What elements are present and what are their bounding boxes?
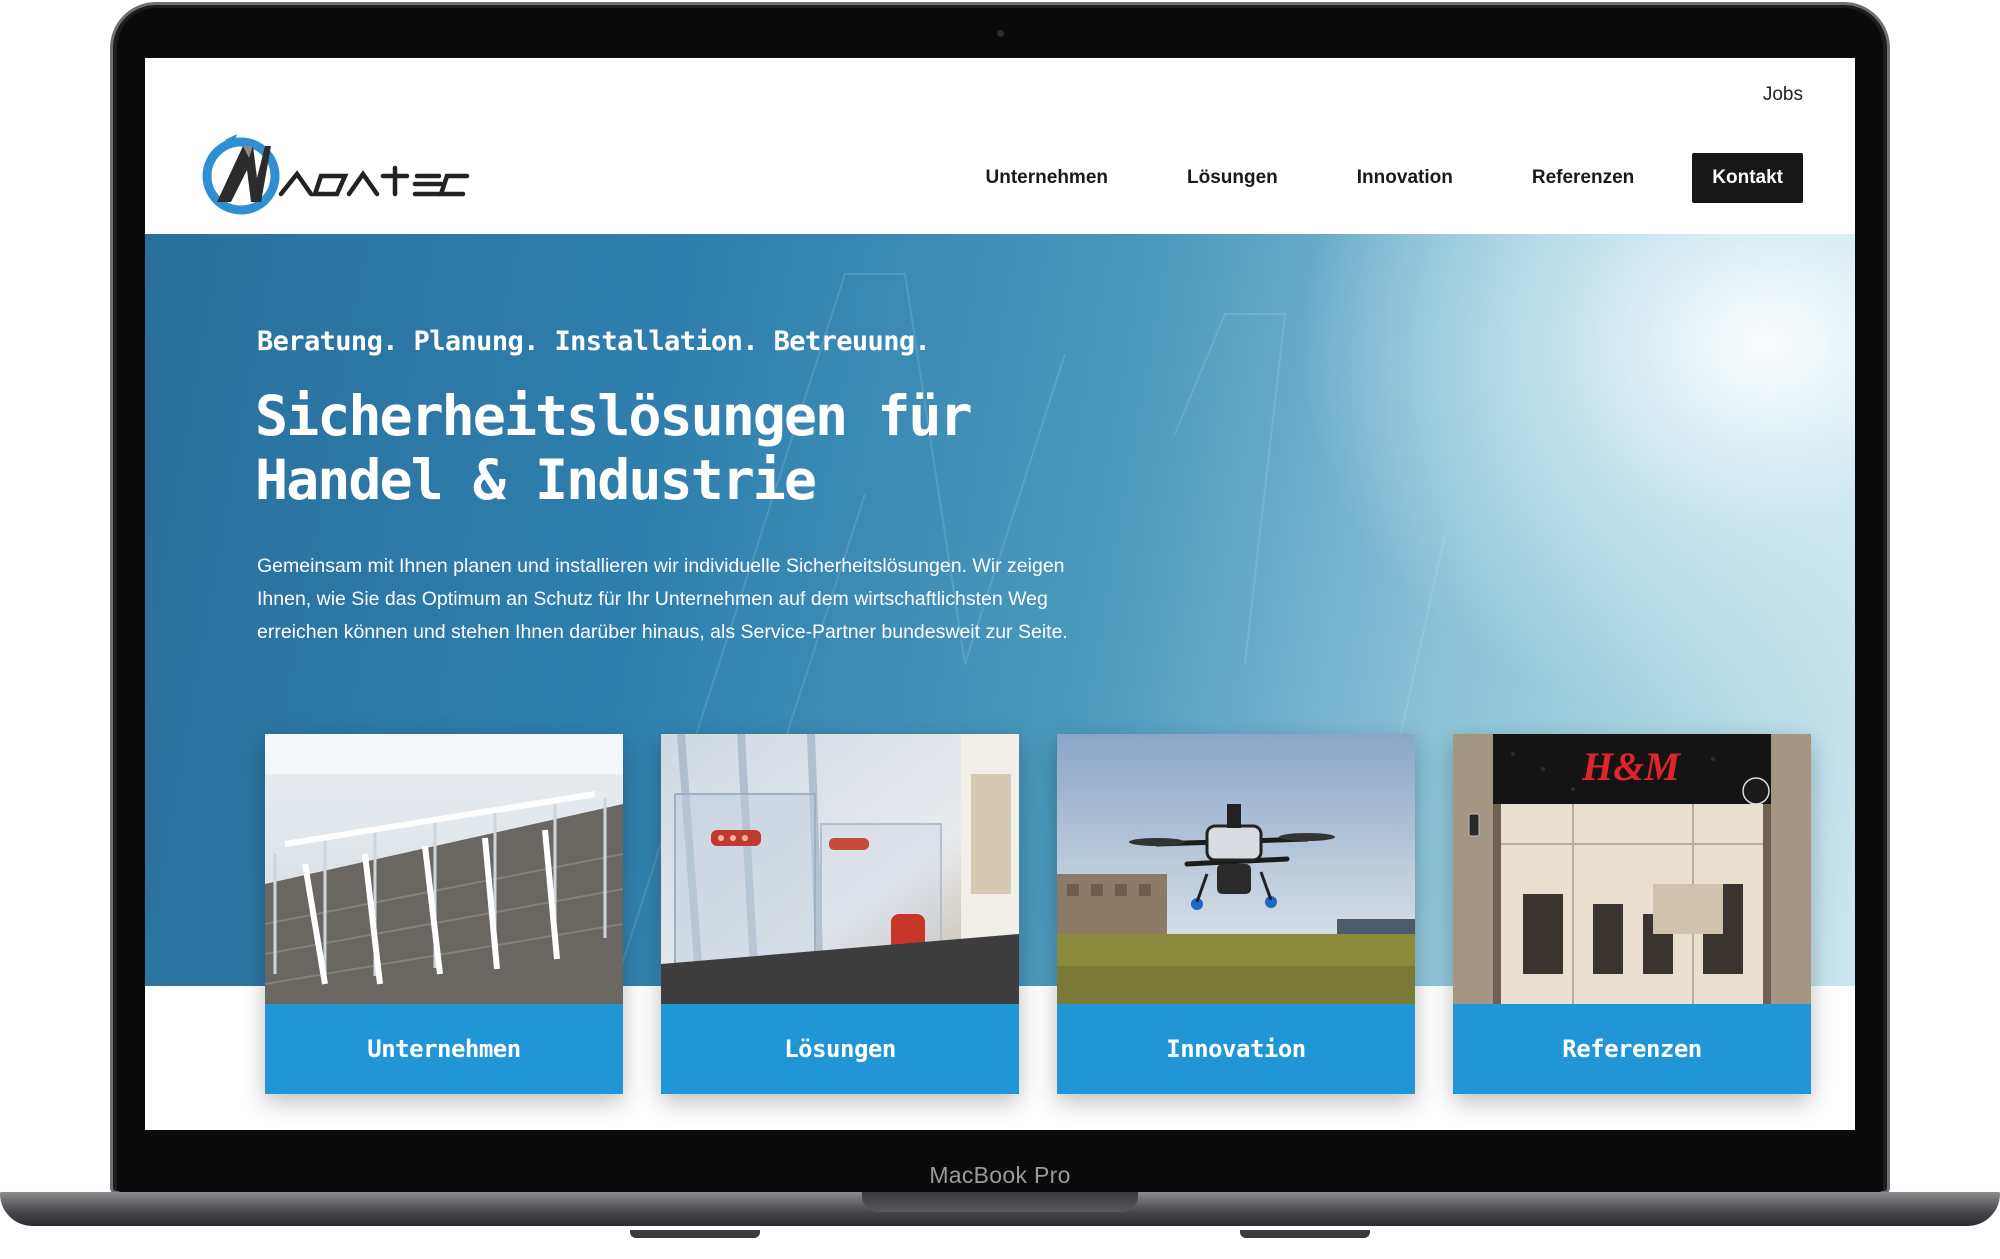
hero-title: Sicherheitslösungen für Handel & Industr… <box>255 384 1155 512</box>
hero-description: Gemeinsam mit Ihnen planen und installie… <box>257 555 1068 643</box>
nav-item-loesungen[interactable]: Lösungen <box>1187 167 1278 189</box>
novatec-logo[interactable] <box>199 132 499 222</box>
card-loesungen[interactable]: Lösungen <box>661 734 1019 1094</box>
antenna-sensor-photo <box>661 734 1019 1004</box>
store-sign-text: H&M <box>1581 744 1681 789</box>
card-label-loesungen: Lösungen <box>661 1004 1019 1094</box>
card-label-referenzen: Referenzen <box>1453 1004 1811 1094</box>
card-innovation[interactable]: Innovation <box>1057 734 1415 1094</box>
card-unternehmen[interactable]: Unternehmen <box>265 734 623 1094</box>
logo-mark-icon <box>202 134 470 215</box>
store-entrance-photo: H&M <box>1453 734 1811 1004</box>
webcam-icon <box>997 30 1004 37</box>
site-header: Jobs Unternehmen Lösungen Innovation Ref… <box>145 58 1855 234</box>
laptop-foot-left <box>630 1230 760 1238</box>
laptop-notch <box>862 1192 1138 1212</box>
security-gates-photo <box>265 734 623 1004</box>
drone-photo <box>1057 734 1415 1004</box>
nav-item-innovation[interactable]: Innovation <box>1357 167 1453 189</box>
website-screen: Jobs Unternehmen Lösungen Innovation Ref… <box>145 58 1855 1130</box>
nav-item-referenzen[interactable]: Referenzen <box>1532 167 1634 189</box>
feature-cards: Unternehmen Lösungen Innovation H&M Refe… <box>265 734 1811 1094</box>
hero-title-line-1: Sicherheitslösungen für <box>255 384 973 448</box>
card-label-innovation: Innovation <box>1057 1004 1415 1094</box>
main-navigation: Unternehmen Lösungen Innovation Referenz… <box>986 153 1803 203</box>
nav-item-unternehmen[interactable]: Unternehmen <box>986 167 1108 189</box>
contact-button[interactable]: Kontakt <box>1692 153 1803 203</box>
laptop-foot-right <box>1240 1230 1370 1238</box>
card-referenzen[interactable]: H&M Referenzen <box>1453 734 1811 1094</box>
device-model-label: MacBook Pro <box>929 1162 1071 1188</box>
hero-title-line-2: Handel & Industrie <box>255 448 817 512</box>
hero-tagline: Beratung. Planung. Installation. Betreuu… <box>257 326 931 357</box>
card-label-unternehmen: Unternehmen <box>265 1004 623 1094</box>
jobs-link[interactable]: Jobs <box>1763 84 1803 106</box>
